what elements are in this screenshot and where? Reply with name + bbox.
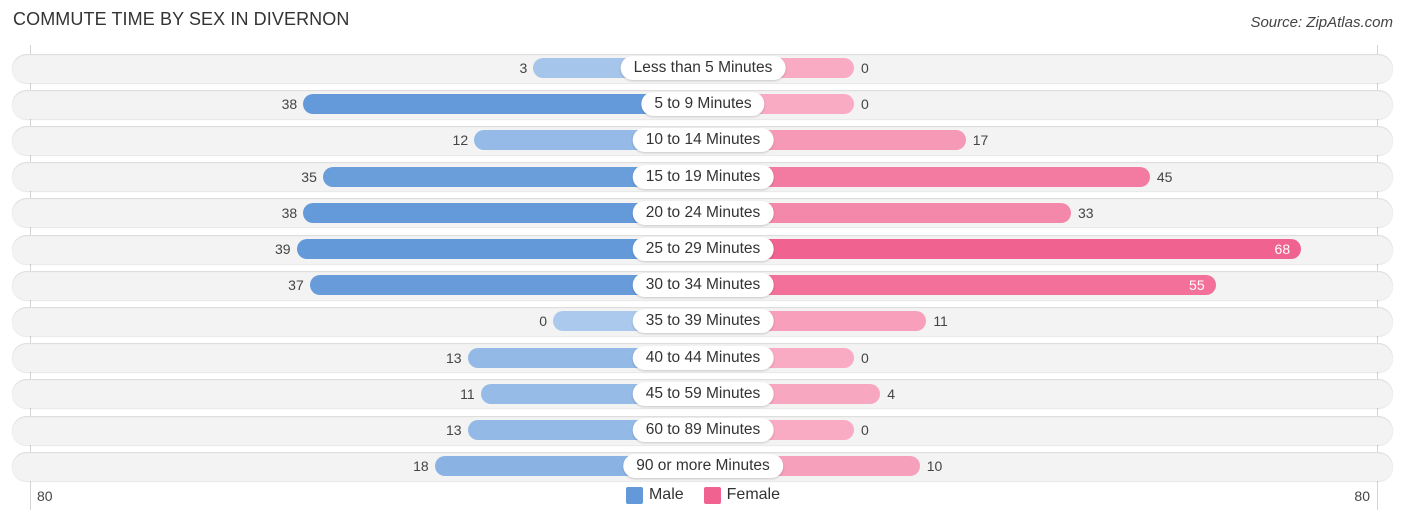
- male-value-label: 11: [460, 385, 475, 402]
- male-value-label: 38: [281, 96, 298, 113]
- male-value-label: 18: [413, 458, 429, 475]
- category-label: 10 to 14 Minutes: [632, 128, 774, 153]
- category-label: 5 to 9 Minutes: [641, 92, 765, 117]
- female-value-label: 4: [887, 385, 896, 402]
- male-value-label: 37: [288, 277, 304, 294]
- category-label: 25 to 29 Minutes: [632, 237, 774, 261]
- legend-item-male[interactable]: Male: [625, 486, 684, 504]
- category-label: 40 to 44 Minutes: [632, 345, 774, 370]
- female-value-label: 0: [861, 422, 869, 438]
- category-label: 30 to 34 Minutes: [632, 273, 774, 298]
- legend-item-female[interactable]: Female: [703, 486, 781, 504]
- chart-title: COMMUTE TIME BY SEX IN DIVERNON: [13, 9, 350, 29]
- category-label: 45 to 59 Minutes: [632, 381, 774, 406]
- category-label: 90 or more Minutes: [623, 454, 783, 479]
- female-value-label: 11: [933, 313, 948, 330]
- female-value-label: 10: [926, 458, 943, 475]
- category-label: 15 to 19 Minutes: [632, 164, 774, 189]
- male-value-label: 3: [519, 60, 528, 76]
- category-label: 60 to 89 Minutes: [632, 418, 774, 442]
- legend-label-female: Female: [726, 486, 781, 503]
- female-value-label: 0: [861, 349, 869, 366]
- category-label: Less than 5 Minutes: [620, 56, 786, 80]
- female-value-label: 68: [1274, 241, 1291, 257]
- female-bar[interactable]: [693, 239, 1302, 259]
- female-swatch-icon: [703, 486, 721, 504]
- male-value-label: 35: [301, 168, 317, 185]
- male-value-label: 0: [539, 313, 547, 330]
- male-value-label: 12: [452, 132, 469, 149]
- female-value-label: 0: [861, 60, 869, 76]
- female-value-label: 55: [1189, 277, 1205, 294]
- category-label: 35 to 39 Minutes: [632, 309, 774, 334]
- male-swatch-icon: [625, 486, 643, 504]
- female-value-label: 45: [1156, 168, 1173, 185]
- female-value-label: 17: [972, 132, 989, 149]
- category-label: 20 to 24 Minutes: [632, 200, 774, 225]
- legend: Male Female: [0, 486, 1406, 504]
- male-value-label: 13: [445, 349, 462, 366]
- male-value-label: 38: [281, 204, 298, 221]
- male-value-label: 13: [445, 422, 462, 438]
- female-value-label: 0: [861, 96, 869, 113]
- female-value-label: 33: [1077, 204, 1094, 221]
- source-label: Source: ZipAtlas.com: [1250, 14, 1393, 31]
- male-value-label: 39: [275, 241, 291, 257]
- legend-label-male: Male: [648, 486, 684, 503]
